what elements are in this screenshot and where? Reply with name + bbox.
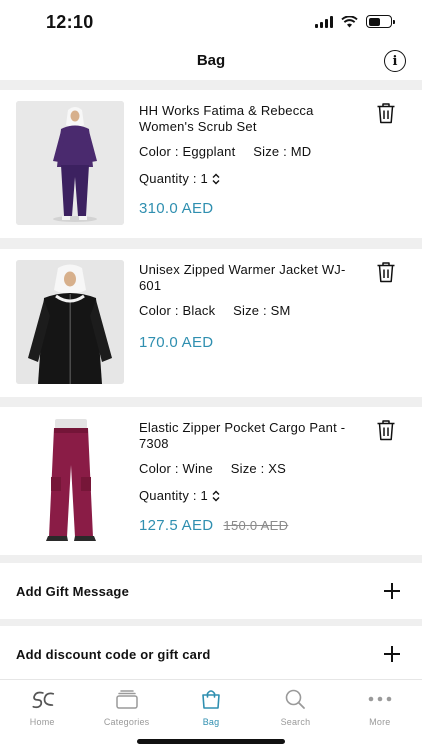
home-indicator[interactable] bbox=[137, 739, 285, 744]
item-color: Color : Wine bbox=[139, 461, 213, 476]
quantity-selector[interactable]: Quantity : 1 bbox=[139, 488, 221, 503]
cart-item: HH Works Fatima & Rebecca Women's Scrub … bbox=[0, 90, 422, 238]
product-image[interactable] bbox=[16, 417, 124, 541]
header: Bag i bbox=[0, 44, 422, 80]
gift-message-label: Add Gift Message bbox=[16, 583, 129, 599]
cart-item: Elastic Zipper Pocket Cargo Pant - 7308 … bbox=[0, 407, 422, 555]
item-price: 310.0 AED bbox=[139, 200, 361, 217]
search-icon bbox=[286, 689, 306, 709]
product-photo-warmer-jacket bbox=[16, 260, 124, 384]
tab-label: More bbox=[369, 717, 391, 727]
battery-icon bbox=[366, 15, 395, 28]
more-icon bbox=[368, 696, 392, 702]
add-gift-message-row[interactable]: Add Gift Message bbox=[0, 563, 422, 619]
tab-more[interactable]: More bbox=[338, 680, 422, 750]
quantity-label: Quantity : 1 bbox=[139, 488, 208, 503]
discount-label: Add discount code or gift card bbox=[16, 646, 211, 662]
item-info: HH Works Fatima & Rebecca Women's Scrub … bbox=[139, 103, 361, 217]
price-value: 127.5 AED bbox=[139, 517, 214, 534]
tab-label: Bag bbox=[202, 717, 220, 727]
trash-icon[interactable] bbox=[376, 261, 396, 283]
tab-label: Search bbox=[280, 717, 311, 727]
product-name[interactable]: Elastic Zipper Pocket Cargo Pant - 7308 bbox=[139, 420, 361, 452]
status-bar: 12:10 bbox=[0, 0, 422, 44]
item-price: 170.0 AED bbox=[139, 334, 361, 351]
categories-icon bbox=[115, 690, 138, 709]
item-size: Size : SM bbox=[233, 303, 291, 318]
tab-label: Home bbox=[29, 717, 55, 727]
trash-icon[interactable] bbox=[376, 102, 396, 124]
plus-icon bbox=[384, 583, 400, 599]
bag-icon bbox=[202, 690, 220, 709]
logo-icon bbox=[32, 691, 55, 709]
product-name[interactable]: Unisex Zipped Warmer Jacket WJ-601 bbox=[139, 262, 361, 294]
item-size: Size : MD bbox=[253, 144, 312, 159]
item-info: Unisex Zipped Warmer Jacket WJ-601 Color… bbox=[139, 262, 361, 351]
tab-label: Categories bbox=[103, 717, 150, 727]
item-size: Size : XS bbox=[230, 461, 287, 476]
price-value: 310.0 AED bbox=[139, 200, 214, 217]
info-button[interactable]: i bbox=[384, 50, 406, 72]
wifi-icon bbox=[341, 15, 358, 27]
chevron-up-down-icon bbox=[212, 173, 220, 184]
quantity-label: Quantity : 1 bbox=[139, 171, 208, 186]
chevron-up-down-icon bbox=[212, 490, 220, 501]
cart-item: Unisex Zipped Warmer Jacket WJ-601 Color… bbox=[0, 249, 422, 397]
add-discount-code-row[interactable]: Add discount code or gift card bbox=[0, 626, 422, 682]
status-icons bbox=[315, 15, 395, 28]
item-attributes: Color : Black Size : SM bbox=[139, 303, 361, 318]
tab-home[interactable]: Home bbox=[0, 680, 84, 750]
price-value: 170.0 AED bbox=[139, 334, 214, 351]
item-attributes: Color : Wine Size : XS bbox=[139, 461, 361, 476]
page-title: Bag bbox=[196, 52, 226, 69]
info-icon: i bbox=[392, 53, 398, 69]
item-price: 127.5 AED 150.0 AED bbox=[139, 517, 361, 534]
quantity-selector[interactable]: Quantity : 1 bbox=[139, 171, 221, 186]
product-name[interactable]: HH Works Fatima & Rebecca Women's Scrub … bbox=[139, 103, 361, 135]
product-image[interactable] bbox=[16, 260, 124, 384]
item-attributes: Color : Eggplant Size : MD bbox=[139, 144, 361, 159]
product-photo-scrub-set bbox=[16, 101, 124, 225]
cellular-signal-icon bbox=[315, 15, 333, 28]
item-color: Color : Black bbox=[139, 303, 216, 318]
status-time: 12:10 bbox=[46, 12, 94, 32]
item-color: Color : Eggplant bbox=[139, 144, 236, 159]
item-info: Elastic Zipper Pocket Cargo Pant - 7308 … bbox=[139, 420, 361, 534]
trash-icon[interactable] bbox=[376, 419, 396, 441]
product-photo-cargo-pant bbox=[16, 417, 124, 541]
product-image[interactable] bbox=[16, 101, 124, 225]
plus-icon bbox=[384, 646, 400, 662]
original-price: 150.0 AED bbox=[223, 518, 289, 533]
